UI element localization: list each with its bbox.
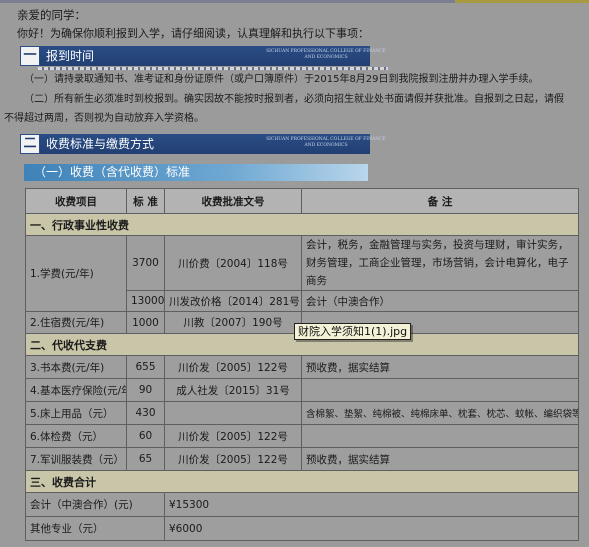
bedding-item: 5.床上用品（元） <box>25 401 127 425</box>
category-row: 一、行政事业性收费 <box>25 213 579 236</box>
paragraph-2: （二）所有新生必须准时到校报到。确实因故不能按时报到者，必须向招生就业处书面请假… <box>24 94 564 105</box>
table-header-row: 收费项目 标 准 收费批准文号 备 注 <box>25 188 579 214</box>
books-note: 预收费，据实结算 <box>301 355 579 379</box>
medical-doc: 成人社发〔2015〕31号 <box>164 378 302 402</box>
books-doc: 川价发〔2005〕122号 <box>164 355 302 379</box>
category-label: 三、收费合计 <box>25 470 579 493</box>
table-row: 4.基本医疗保险(元/年) 90 成人社发〔2015〕31号 <box>25 378 579 402</box>
tuition-doc-1: 川价费〔2004〕118号 <box>164 235 302 291</box>
lodging-doc: 川教〔2007〕190号 <box>164 311 302 334</box>
header-item: 收费项目 <box>25 188 127 214</box>
lodging-item: 2.住宿费(元/年) <box>25 311 127 334</box>
medical-standard: 90 <box>126 378 165 402</box>
exam-standard: 60 <box>126 424 165 448</box>
medical-item: 4.基本医疗保险(元/年) <box>25 378 127 402</box>
tuition-item: 1.学费(元/年) <box>25 235 127 312</box>
bedding-doc <box>164 401 302 425</box>
header-standard: 标 准 <box>126 188 165 214</box>
category-label: 一、行政事业性收费 <box>25 213 579 236</box>
table-row: 会计（中澳合作）(元) ¥15300 <box>25 492 579 517</box>
intro-text: 你好！为确保你顺利报到入学，请仔细阅读，认真理解和执行以下事项： <box>17 27 369 40</box>
table-row: 6.体检费（元） 60 川价发〔2005〕122号 <box>25 424 579 448</box>
exam-doc: 川价发〔2005〕122号 <box>164 424 302 448</box>
header-note: 备 注 <box>301 188 579 214</box>
top-accent-bar <box>455 0 589 3</box>
college-english-name: SICHUAN PROFESSIONAL COLLEGE OF FINANCE … <box>266 49 386 60</box>
table-row: 1.学费(元/年) 3700 川价费〔2004〕118号 会计，税务，金融管理与… <box>25 235 579 312</box>
section-number: 一 <box>20 46 40 66</box>
medical-note <box>301 378 579 402</box>
table-row: 7.军训服装费（元） 65 川价发〔2005〕122号 预收费，据实结算 <box>25 447 579 471</box>
bedding-note: 含棉絮、垫絮、纯棉被、纯棉床单、枕套、枕芯、蚊帐、编织袋等 <box>301 401 579 425</box>
total-other-item: 其他专业（元） <box>25 516 165 541</box>
tuition-standard-1: 3700 <box>126 235 165 291</box>
header-stripe <box>38 67 388 70</box>
paragraph-1: （一）请持录取通知书、准考证和身份证原件（或户口簿原件）于2015年8月29日到… <box>24 74 539 85</box>
bedding-standard: 430 <box>126 401 165 425</box>
uniform-item: 7.军训服装费（元） <box>25 447 127 471</box>
total-cooperative-item: 会计（中澳合作）(元) <box>25 492 165 517</box>
uniform-standard: 65 <box>126 447 165 471</box>
total-other-amount: ¥6000 <box>164 516 579 541</box>
tuition-note-1: 会计，税务，金融管理与实务，投资与理财，审计实务，财务管理，工商企业管理，市场营… <box>301 235 579 291</box>
top-decor-bar <box>0 0 589 3</box>
exam-note <box>301 424 579 448</box>
tuition-doc-2: 川发改价格〔2014〕281号 <box>164 290 302 312</box>
header-approval-doc: 收费批准文号 <box>164 188 302 214</box>
subsection-title: （一）收费（含代收费）标准 <box>34 165 191 179</box>
paragraph-2-cont: 不得超过两周，否则视为自动放弃入学资格。 <box>4 113 204 124</box>
subsection-header: （一）收费（含代收费）标准 <box>24 164 368 181</box>
tuition-note-2: 会计（中澳合作） <box>301 290 579 312</box>
books-item: 3.书本费(元/年) <box>25 355 127 379</box>
uniform-doc: 川价发〔2005〕122号 <box>164 447 302 471</box>
fee-table: 收费项目 标 准 收费批准文号 备 注 一、行政事业性收费 1.学费(元/年) … <box>25 188 579 541</box>
exam-item: 6.体检费（元） <box>25 424 127 448</box>
table-row: 3.书本费(元/年) 655 川价发〔2005〕122号 预收费，据实结算 <box>25 355 579 379</box>
tuition-standard-2: 13000 <box>126 290 165 312</box>
uniform-note: 预收费，据实结算 <box>301 447 579 471</box>
total-cooperative-amount: ¥15300 <box>164 492 579 517</box>
section-number: 二 <box>20 134 40 154</box>
college-english-name: SICHUAN PROFESSIONAL COLLEGE OF FINANCE … <box>266 137 386 148</box>
table-row: 其他专业（元） ¥6000 <box>25 516 579 541</box>
lodging-standard: 1000 <box>126 311 165 334</box>
section-title: 收费标准与缴费方式 <box>46 137 155 151</box>
greeting: 亲爱的同学： <box>17 8 86 22</box>
category-row: 三、收费合计 <box>25 470 579 493</box>
table-row: 5.床上用品（元） 430 含棉絮、垫絮、纯棉被、纯棉床单、枕套、枕芯、蚊帐、编… <box>25 401 579 425</box>
filename-tooltip: 财院入学须知1(1).jpg <box>294 323 412 340</box>
section-title: 报到时间 <box>46 49 95 63</box>
books-standard: 655 <box>126 355 165 379</box>
